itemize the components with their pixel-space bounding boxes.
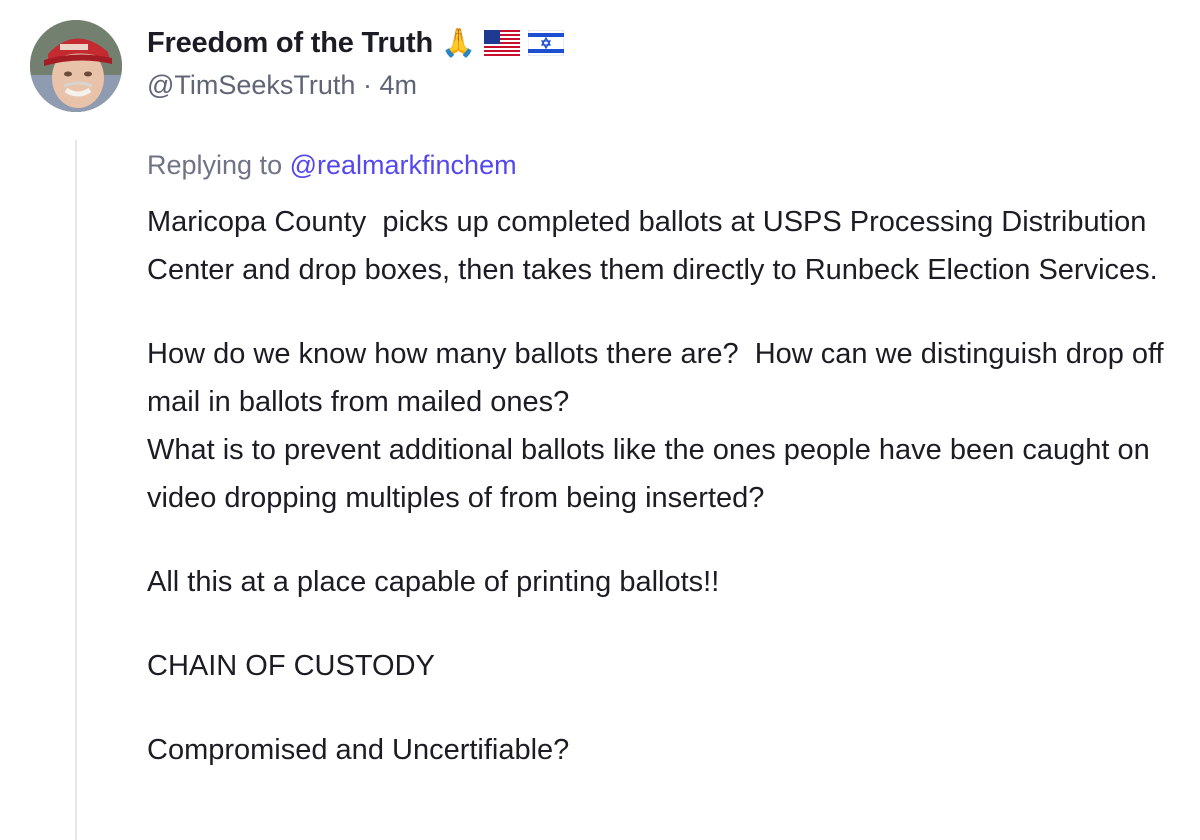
post: Freedom of the Truth 🙏 @TimSeeksTruth · … xyxy=(0,0,1200,840)
reply-context: Replying to @realmarkfinchem xyxy=(147,150,517,181)
reply-mention-link[interactable]: @realmarkfinchem xyxy=(290,150,517,180)
israel-flag-icon xyxy=(527,30,564,56)
display-name[interactable]: Freedom of the Truth xyxy=(147,27,433,60)
thread-line xyxy=(75,140,77,840)
body-paragraph-1: Maricopa County picks up completed ballo… xyxy=(147,206,1158,286)
body-paragraph-4: CHAIN OF CUSTODY xyxy=(147,650,435,682)
avatar-image xyxy=(30,20,122,112)
avatar[interactable] xyxy=(30,20,122,112)
folded-hands-icon: 🙏 xyxy=(441,27,476,58)
us-flag-icon xyxy=(483,30,520,56)
separator: · xyxy=(362,70,372,100)
handle[interactable]: @TimSeeksTruth xyxy=(147,70,355,100)
handle-row: @TimSeeksTruth · 4m xyxy=(147,70,417,101)
body-paragraph-2: How do we know how many ballots there ar… xyxy=(147,338,1164,514)
body-paragraph-3: All this at a place capable of printing … xyxy=(147,566,720,598)
post-body: Maricopa County picks up completed ballo… xyxy=(147,198,1187,810)
author-row: Freedom of the Truth 🙏 xyxy=(147,22,564,64)
body-paragraph-5: Compromised and Uncertifiable? xyxy=(147,734,570,766)
reply-prefix: Replying to xyxy=(147,150,283,180)
timestamp[interactable]: 4m xyxy=(379,70,417,100)
